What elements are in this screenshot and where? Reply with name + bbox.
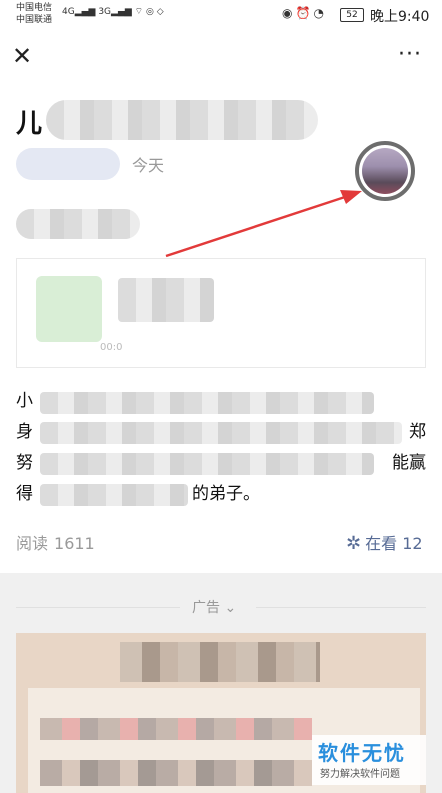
title-blur — [46, 100, 318, 140]
clock: 晚上9:40 — [370, 9, 430, 25]
account-name-blur[interactable] — [16, 148, 120, 180]
signal-4g: 4G — [62, 7, 75, 17]
divider — [16, 607, 180, 608]
author-blur — [16, 209, 140, 239]
carrier-1: 中国电信 — [16, 3, 53, 13]
signal-icons: 4G▂▄▆ 3G▂▄▆ ⌔ ◎ ◇ — [62, 7, 164, 17]
publish-date: 今天 — [132, 156, 165, 175]
eye-icon: ◉ — [282, 6, 296, 20]
avatar[interactable] — [362, 148, 408, 194]
ad-text-blur — [40, 718, 312, 740]
ad-title-blur — [120, 642, 320, 682]
card-title-blur — [118, 278, 214, 322]
card-thumbnail — [36, 276, 102, 342]
carrier-labels: 中国电信 中国联通 — [16, 2, 52, 26]
looking-button[interactable]: ✲ 在看 12 — [346, 530, 423, 554]
divider — [256, 607, 426, 608]
status-bar: 中国电信 中国联通 4G▂▄▆ 3G▂▄▆ ⌔ ◎ ◇ ◉⏰◔ 52 晚上9:4… — [0, 0, 442, 30]
close-icon[interactable]: ✕ — [12, 44, 32, 68]
chevron-down-icon: ⌄ — [220, 600, 237, 616]
battery-icon: 52 — [340, 8, 364, 22]
carrier-2: 中国联通 — [16, 15, 53, 25]
signal-3g: 3G — [98, 7, 112, 17]
watermark: 软件无忧 努力解决软件问题 — [312, 735, 426, 785]
ad-label[interactable]: 广告 ⌄ — [192, 597, 236, 617]
speed-icon: ◔ — [313, 6, 327, 20]
read-count: 阅读 1611 — [16, 534, 95, 553]
avatar-highlight[interactable] — [355, 141, 415, 201]
more-icon[interactable]: ··· — [398, 42, 422, 67]
para-line-1: 小 — [16, 391, 33, 411]
card-time: 00:0 — [100, 342, 123, 353]
alarm-icon: ⏰ — [295, 6, 314, 20]
article-title: 儿 — [16, 109, 43, 139]
flower-icon: ✲ — [346, 533, 362, 554]
system-icons: ◉⏰◔ — [282, 6, 327, 20]
ad-text-blur — [40, 760, 312, 786]
